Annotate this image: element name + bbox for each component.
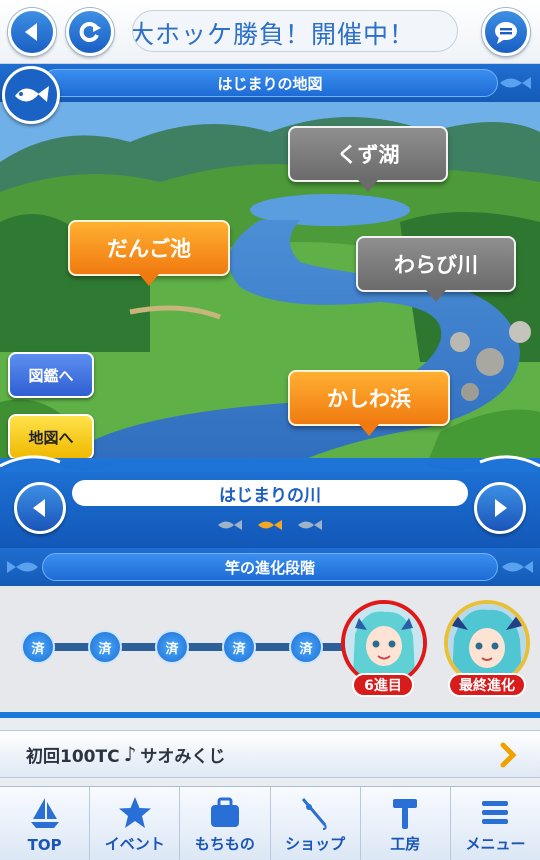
evolution-progress-line (36, 643, 376, 651)
menu-icon (482, 801, 509, 824)
location-dango-pond[interactable]: だんご池 (68, 220, 230, 286)
refresh-icon (79, 22, 101, 42)
page-indicator (216, 515, 324, 535)
right-arrow-icon (495, 499, 507, 517)
tab-label: もちもの (194, 835, 255, 853)
chat-bubble-icon (495, 22, 517, 44)
fish-badge-icon (2, 66, 60, 124)
current-place-name: はじまりの川 (72, 480, 468, 506)
hammer-icon (393, 799, 418, 829)
page-dot-fish-active-icon (258, 520, 282, 530)
stage-completed: 済 (222, 630, 256, 664)
tab-label: ショップ (285, 835, 346, 853)
rod-lottery-banner[interactable]: 初回100TC ♪ サオみくじ (0, 730, 540, 778)
left-arrow-icon (33, 499, 45, 517)
stage-completed: 済 (21, 630, 55, 664)
tab-top[interactable]: TOP (0, 787, 91, 860)
page-dot-fish-icon (218, 520, 242, 530)
refresh-button[interactable] (66, 8, 114, 56)
area-map: くず湖 だんご池 わらび川 かしわ浜 図鑑へ 地図へ (0, 102, 540, 480)
tab-menu[interactable]: メニュー (451, 787, 540, 860)
lottery-label: 初回100TC (26, 746, 120, 767)
bag-icon (210, 797, 239, 827)
tab-label: イベント (104, 835, 165, 853)
encyclopedia-label: 図鑑へ (28, 366, 74, 385)
stage-completed: 済 (289, 630, 323, 664)
music-note-icon: ♪ (123, 742, 137, 766)
fishing-rod-icon (301, 798, 327, 830)
back-button[interactable] (8, 8, 56, 56)
tab-event[interactable]: イベント (90, 787, 181, 860)
fish-decoration-icon (500, 77, 531, 89)
location-kuzu-lake[interactable]: くず湖 (288, 126, 448, 192)
map-section-title: はじまりの地図 (42, 69, 498, 97)
rod-section-header: 竿の進化段階 (0, 548, 540, 586)
final-stage-label: 最終進化 (448, 673, 526, 697)
lottery-label-suffix: サオみくじ (140, 746, 226, 767)
wave-divider (0, 455, 540, 472)
chevron-right-icon (500, 742, 517, 768)
fish-decoration-icon (7, 561, 38, 573)
tab-workshop[interactable]: 工房 (361, 787, 451, 860)
back-arrow-icon (25, 23, 37, 41)
character-portrait-icon (345, 604, 423, 682)
map-section-header: はじまりの地図 (0, 64, 540, 102)
stage-completed: 済 (88, 630, 122, 664)
location-label: かしわ浜 (327, 387, 411, 411)
sailboat-icon (30, 798, 59, 828)
chat-button[interactable] (482, 8, 530, 56)
fish-decoration-icon (502, 561, 533, 573)
location-label: だんご池 (107, 237, 191, 261)
tab-inventory[interactable]: もちもの (180, 787, 271, 860)
location-label: わらび川 (394, 253, 478, 277)
location-kashiwa-beach[interactable]: かしわ浜 (288, 370, 450, 436)
bottom-tab-bar: TOP イベント もちもの ショップ 工房 メニュー (0, 786, 540, 860)
news-marquee[interactable]: 大ホッケ勝負！開催中！ (132, 10, 458, 52)
section-divider (0, 712, 540, 718)
page-dot-fish-icon (298, 520, 322, 530)
tab-label: メニュー (465, 835, 526, 853)
top-header: 大ホッケ勝負！開催中！ (0, 0, 540, 64)
tab-label: 工房 (390, 835, 421, 853)
tab-label: TOP (27, 836, 62, 854)
star-icon (118, 797, 151, 828)
tab-shop[interactable]: ショップ (271, 787, 361, 860)
location-warabi-river[interactable]: わらび川 (356, 236, 516, 302)
map-label: 地図へ (28, 428, 74, 447)
encyclopedia-button[interactable]: 図鑑へ (8, 352, 94, 398)
marquee-text: 大ホッケ勝負！開催中！ (132, 20, 416, 49)
stage-completed: 済 (155, 630, 189, 664)
character-portrait-icon (448, 604, 526, 682)
next-place-button[interactable] (474, 482, 526, 534)
prev-place-button[interactable] (14, 482, 66, 534)
current-stage-label: 6進目 (352, 673, 414, 697)
rod-section-title: 竿の進化段階 (42, 553, 498, 581)
location-label: くず湖 (336, 143, 400, 167)
